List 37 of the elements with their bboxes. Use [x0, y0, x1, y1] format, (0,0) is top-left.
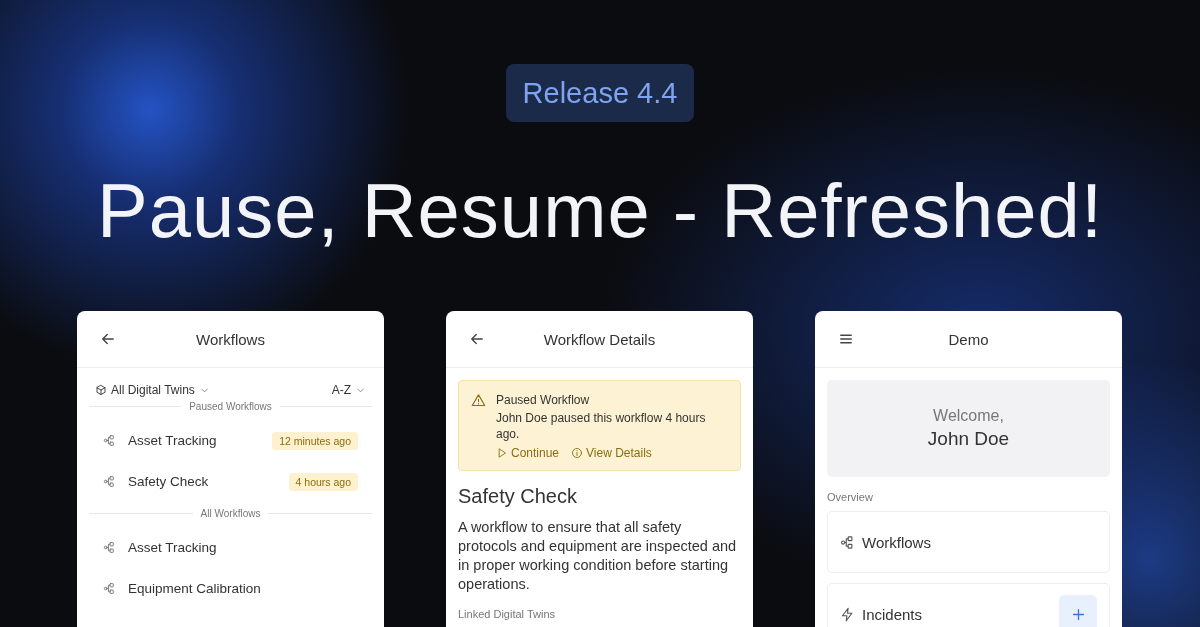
digital-twin-filter[interactable]: All Digital Twins — [95, 383, 210, 397]
info-icon — [571, 447, 584, 459]
time-badge: 12 minutes ago — [272, 431, 358, 450]
play-icon — [496, 447, 508, 459]
workflow-list-item[interactable]: Asset Tracking 12 minutes ago — [89, 420, 372, 461]
alert-action-link[interactable]: Continue — [496, 446, 560, 460]
section-heading: All Workflows — [200, 508, 261, 519]
user-name: John Doe — [927, 428, 1010, 450]
cube-icon — [95, 384, 107, 396]
section-label: Linked Digital Twins — [458, 608, 556, 620]
release-badge: Release 4.4 — [505, 64, 695, 122]
workflow-icon — [103, 582, 116, 595]
sort-dropdown[interactable]: A-Z — [331, 383, 366, 397]
workflow-list-item[interactable]: Safety Check 4 hours ago — [89, 461, 372, 502]
lightning-icon — [840, 606, 855, 622]
workflow-name: Safety Check — [458, 485, 578, 508]
overview-tile[interactable]: Incidents — [827, 583, 1110, 627]
alert-action-link[interactable]: View Details — [571, 446, 652, 460]
section-heading: Paused Workflows — [189, 401, 272, 412]
headline: Pause, Resume - Refreshed! — [97, 167, 1103, 255]
screen-title: Demo — [947, 330, 990, 348]
section-label: Overview — [827, 491, 874, 503]
workflow-list-item[interactable]: Equipment Calibration — [89, 568, 372, 609]
welcome-text: Welcome, — [933, 407, 1004, 425]
workflow-icon — [103, 434, 116, 447]
workflow-list-item[interactable]: Asset Tracking — [89, 527, 372, 568]
alert-message: John Doe paused this workflow 4 hours ago. — [496, 410, 707, 442]
time-badge: 4 hours ago — [288, 472, 358, 491]
workflow-icon — [840, 534, 855, 550]
screen-title: Workflows — [195, 330, 266, 348]
workflow-description: A workflow to ensure that all safety protocols and equipment are inspected and in proper working condition before starting operations. — [458, 518, 738, 594]
overview-tile[interactable]: Workflows — [827, 511, 1110, 573]
workflow-icon — [103, 475, 116, 488]
workflow-icon — [103, 541, 116, 554]
screen-title: Workflow Details — [542, 330, 657, 348]
alert-title: Paused Workflow — [496, 393, 591, 407]
warning-icon — [471, 393, 486, 408]
